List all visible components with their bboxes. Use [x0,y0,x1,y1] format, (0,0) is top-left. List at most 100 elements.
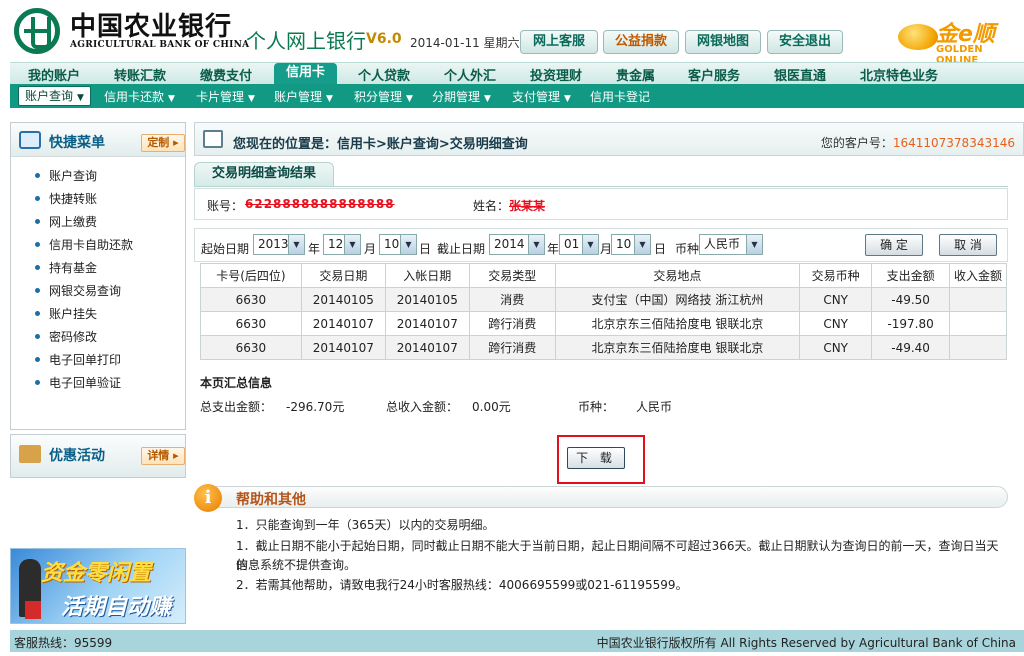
info-icon: i [194,484,222,512]
subnav-account-manage[interactable]: 账户管理 ▼ [274,88,333,105]
quick-link-receipt-print[interactable]: 电子回单打印 [31,351,133,374]
chevron-down-icon: ▼ [288,235,304,254]
subnav-card-manage[interactable]: 卡片管理 ▼ [196,88,255,105]
cell-expense: -49.40 [871,335,951,360]
subnav-account-query[interactable]: 账户查询 ▼ [18,86,91,106]
nav-forex[interactable]: 个人外汇 [444,65,496,84]
nav-beijing[interactable]: 北京特色业务 [860,65,938,84]
quick-menu-header: 快捷菜单 定制 ▸ [11,123,185,157]
end-day-select[interactable]: 10 ▼ [611,234,651,255]
table-row: 6630 20140107 20140107 跨行消费 北京京东三佰陆拾度电 银… [200,335,1007,360]
nav-precious-metal[interactable]: 贵金属 [616,65,655,84]
cell-tx-place: 北京京东三佰陆拾度电 银联北京 [554,335,801,360]
quick-link-password[interactable]: 密码修改 [31,328,133,351]
chevron-down-icon: ▼ [564,94,571,104]
bank-name-en: AGRICULTURAL BANK OF CHINA [70,40,250,50]
chevron-down-icon: ▼ [406,94,413,104]
quick-menu: 快捷菜单 定制 ▸ 账户查询 快捷转账 网上缴费 信用卡自助还款 持有基金 网银… [10,122,186,430]
cell-card-no: 6630 [200,335,302,360]
cell-currency: CNY [799,335,873,360]
nav-customer-service[interactable]: 客户服务 [688,65,740,84]
customer-number-value: 1641107378343146 [892,136,1015,150]
currency-select[interactable]: 人民币 ▼ [699,234,763,255]
promotions-detail-button[interactable]: 详情 ▸ [141,447,185,465]
end-year-select[interactable]: 2014 ▼ [489,234,545,255]
help-header: i 帮助和其他 [194,484,1008,512]
download-button[interactable]: 下 载 [567,447,625,469]
customize-button[interactable]: 定制 ▸ [141,134,185,152]
cell-post-date: 20140107 [384,311,470,336]
start-day-select[interactable]: 10 ▼ [379,234,417,255]
chevron-down-icon: ▼ [484,94,491,104]
subnav-label: 账户查询 [25,89,74,103]
cell-income [949,311,1007,336]
logout-button[interactable]: 安全退出 [767,30,843,54]
abc-logo-icon [14,8,60,54]
query-form: 起始日期 2013 ▼ 年 12 ▼ 月 10 ▼ 日 截止日期 2014 ▼ 年 01… [194,228,1008,262]
quick-link-card-repay[interactable]: 信用卡自助还款 [31,236,133,259]
quick-link-account-query[interactable]: 账户查询 [31,167,133,190]
nav-credit-card[interactable]: 信用卡 [274,63,338,86]
footer-hotline: 客服热线：95599 [14,636,113,650]
chevron-down-icon: ▼ [248,94,255,104]
cell-tx-place: 支付宝（中国）网络技 浙江杭州 [554,287,801,312]
summary-currency-label: 币种： [578,400,615,414]
cell-card-no: 6630 [200,287,302,312]
confirm-button[interactable]: 确 定 [865,234,923,256]
quick-link-report-loss[interactable]: 账户挂失 [31,305,133,328]
bank-name-cn: 中国农业银行 [70,12,233,42]
nav-investment[interactable]: 投资理财 [530,65,582,84]
quick-menu-list: 账户查询 快捷转账 网上缴费 信用卡自助还款 持有基金 网银交易查询 账户挂失 … [31,167,133,397]
chevron-down-icon: ▼ [326,94,333,104]
transaction-table: 卡号(后四位) 交易日期 入帐日期 交易类型 交易地点 交易币种 支出金额 收入… [200,263,1007,360]
summary-total-out-value: -296.70元 [286,400,345,414]
chevron-down-icon: ▼ [344,235,360,254]
subnav-repayment[interactable]: 信用卡还款 ▼ [104,88,175,105]
summary-total-out-label: 总支出金额： [200,400,273,414]
cell-expense: -197.80 [871,311,951,336]
customize-label: 定制 [147,136,170,149]
subnav-pay-manage[interactable]: 支付管理 ▼ [512,88,571,105]
table-row: 6630 20140107 20140107 跨行消费 北京京东三佰陆拾度电 银… [200,311,1007,336]
nav-payment[interactable]: 缴费支付 [200,65,252,84]
col-tx-place: 交易地点 [554,263,801,288]
start-month-select[interactable]: 12 ▼ [323,234,361,255]
sub-nav: 账户查询 ▼ 信用卡还款 ▼ 卡片管理 ▼ 账户管理 ▼ 积分管理 ▼ 分期管理 ▼ 支付管… [10,84,1024,108]
nav-my-account[interactable]: 我的账户 [28,65,80,84]
subnav-points[interactable]: 积分管理 ▼ [354,88,413,105]
tab-query-result[interactable]: 交易明细查询结果 [194,162,334,186]
subnav-installment[interactable]: 分期管理 ▼ [432,88,491,105]
nav-medical[interactable]: 银医直通 [774,65,826,84]
select-value: 01 [564,237,580,251]
quick-menu-icon [19,131,41,149]
end-date-label: 截止日期 [437,242,486,256]
account-value-redacted: 6228888888888888 [245,197,395,211]
breadcrumb: 您现在的位置是：信用卡>账户查询>交易明细查询 您的客户号：1641107378… [194,122,1024,156]
summary-total-in-label: 总收入金额： [386,400,459,414]
col-tx-type: 交易类型 [468,263,556,288]
select-value: 12 [328,237,344,251]
online-service-button[interactable]: 网上客服 [520,30,598,54]
col-income: 收入金额 [949,263,1007,288]
promo-banner[interactable]: 资金零闲置 活期自动赚 [10,548,186,624]
promotions-box: 优惠活动 详情 ▸ [10,434,186,478]
cancel-button[interactable]: 取 消 [939,234,997,256]
promotions-title: 优惠活动 [49,448,105,464]
ebank-map-button[interactable]: 网银地图 [685,30,761,54]
current-date: 2014-01-11 星期六 [410,36,520,50]
subnav-card-register[interactable]: 信用卡登记 [590,88,650,105]
quick-link-transfer[interactable]: 快捷转账 [31,190,133,213]
nav-personal-loan[interactable]: 个人贷款 [358,65,410,84]
charity-donation-button[interactable]: 公益捐款 [603,30,679,54]
nav-transfer[interactable]: 转账汇款 [114,65,166,84]
start-date-label: 起始日期 [201,242,250,256]
footer-copyright: 中国农业银行版权所有 All Rights Reserved by Agricu… [596,636,1016,650]
quick-link-receipt-verify[interactable]: 电子回单验证 [31,374,133,397]
subnav-label: 支付管理 [512,90,561,104]
quick-link-payment[interactable]: 网上缴费 [31,213,133,236]
quick-link-tx-query[interactable]: 网银交易查询 [31,282,133,305]
subnav-label: 信用卡登记 [590,90,651,104]
end-month-select[interactable]: 01 ▼ [559,234,599,255]
start-year-select[interactable]: 2013 ▼ [253,234,305,255]
quick-link-funds[interactable]: 持有基金 [31,259,133,282]
